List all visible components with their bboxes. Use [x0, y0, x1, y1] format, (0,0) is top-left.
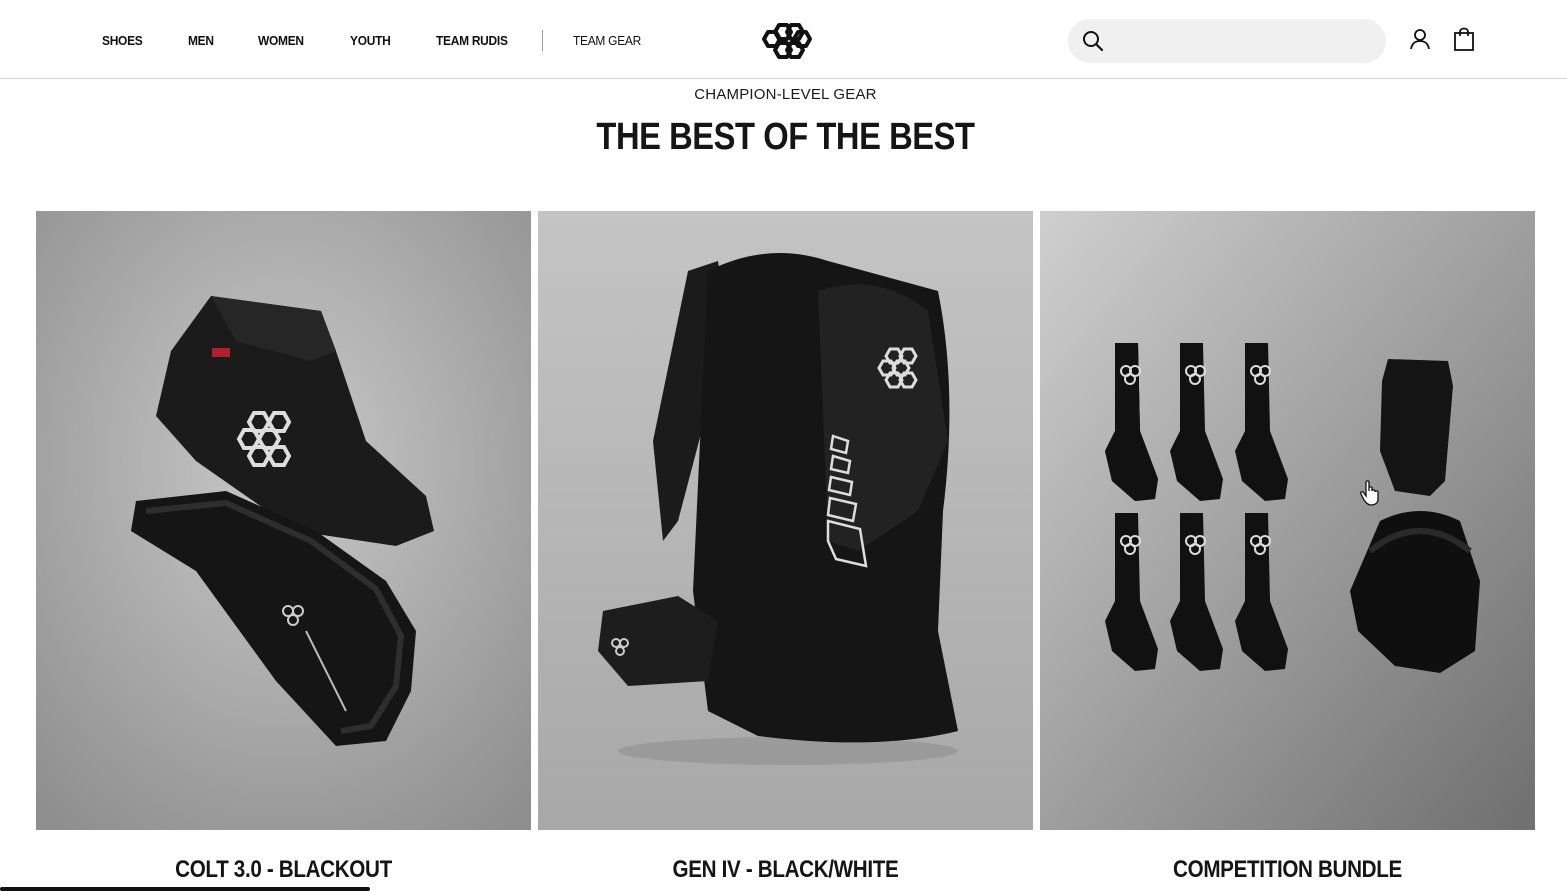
- scroll-progress-bar: [0, 887, 370, 891]
- search-input[interactable]: [1114, 21, 1386, 61]
- search-bar[interactable]: [1068, 19, 1386, 63]
- section-title: THE BEST OF THE BEST: [596, 116, 975, 158]
- product-image-shoes[interactable]: [36, 211, 531, 830]
- product-image-backpack[interactable]: [538, 211, 1033, 830]
- nav-item-team-rudis[interactable]: TEAM RUDIS: [436, 33, 508, 48]
- hexagon-cluster-icon: [762, 23, 812, 59]
- product-name[interactable]: GEN IV - BLACK/WHITE: [573, 856, 999, 884]
- search-icon[interactable]: [1082, 30, 1104, 52]
- main-nav: SHOES MEN WOMEN YOUTH TEAM RUDIS TEAM GE…: [102, 29, 647, 51]
- account-icon[interactable]: [1409, 28, 1431, 55]
- product-card-gen-iv[interactable]: GEN IV - BLACK/WHITE: [538, 211, 1033, 884]
- product-name[interactable]: COLT 3.0 - BLACKOUT: [71, 856, 497, 884]
- product-card-colt[interactable]: COLT 3.0 - BLACKOUT: [36, 211, 531, 884]
- brand-logo-icon[interactable]: [759, 22, 813, 60]
- nav-item-men[interactable]: MEN: [188, 33, 214, 48]
- product-image-bundle[interactable]: [1040, 211, 1535, 830]
- site-header: SHOES MEN WOMEN YOUTH TEAM RUDIS TEAM GE…: [0, 0, 1567, 79]
- nav-item-shoes[interactable]: SHOES: [102, 33, 143, 48]
- pointer-hand-cursor-icon: [1360, 480, 1380, 506]
- product-card-competition-bundle[interactable]: COMPETITION BUNDLE: [1040, 211, 1535, 884]
- nav-divider: [541, 29, 543, 51]
- section-eyebrow: CHAMPION-LEVEL GEAR: [694, 86, 877, 103]
- nav-item-team-gear[interactable]: TEAM GEAR: [573, 33, 641, 48]
- product-name[interactable]: COMPETITION BUNDLE: [1075, 856, 1501, 884]
- nav-item-women[interactable]: WOMEN: [258, 33, 304, 48]
- nav-item-youth[interactable]: YOUTH: [350, 33, 391, 48]
- cart-bag-icon[interactable]: [1453, 27, 1475, 56]
